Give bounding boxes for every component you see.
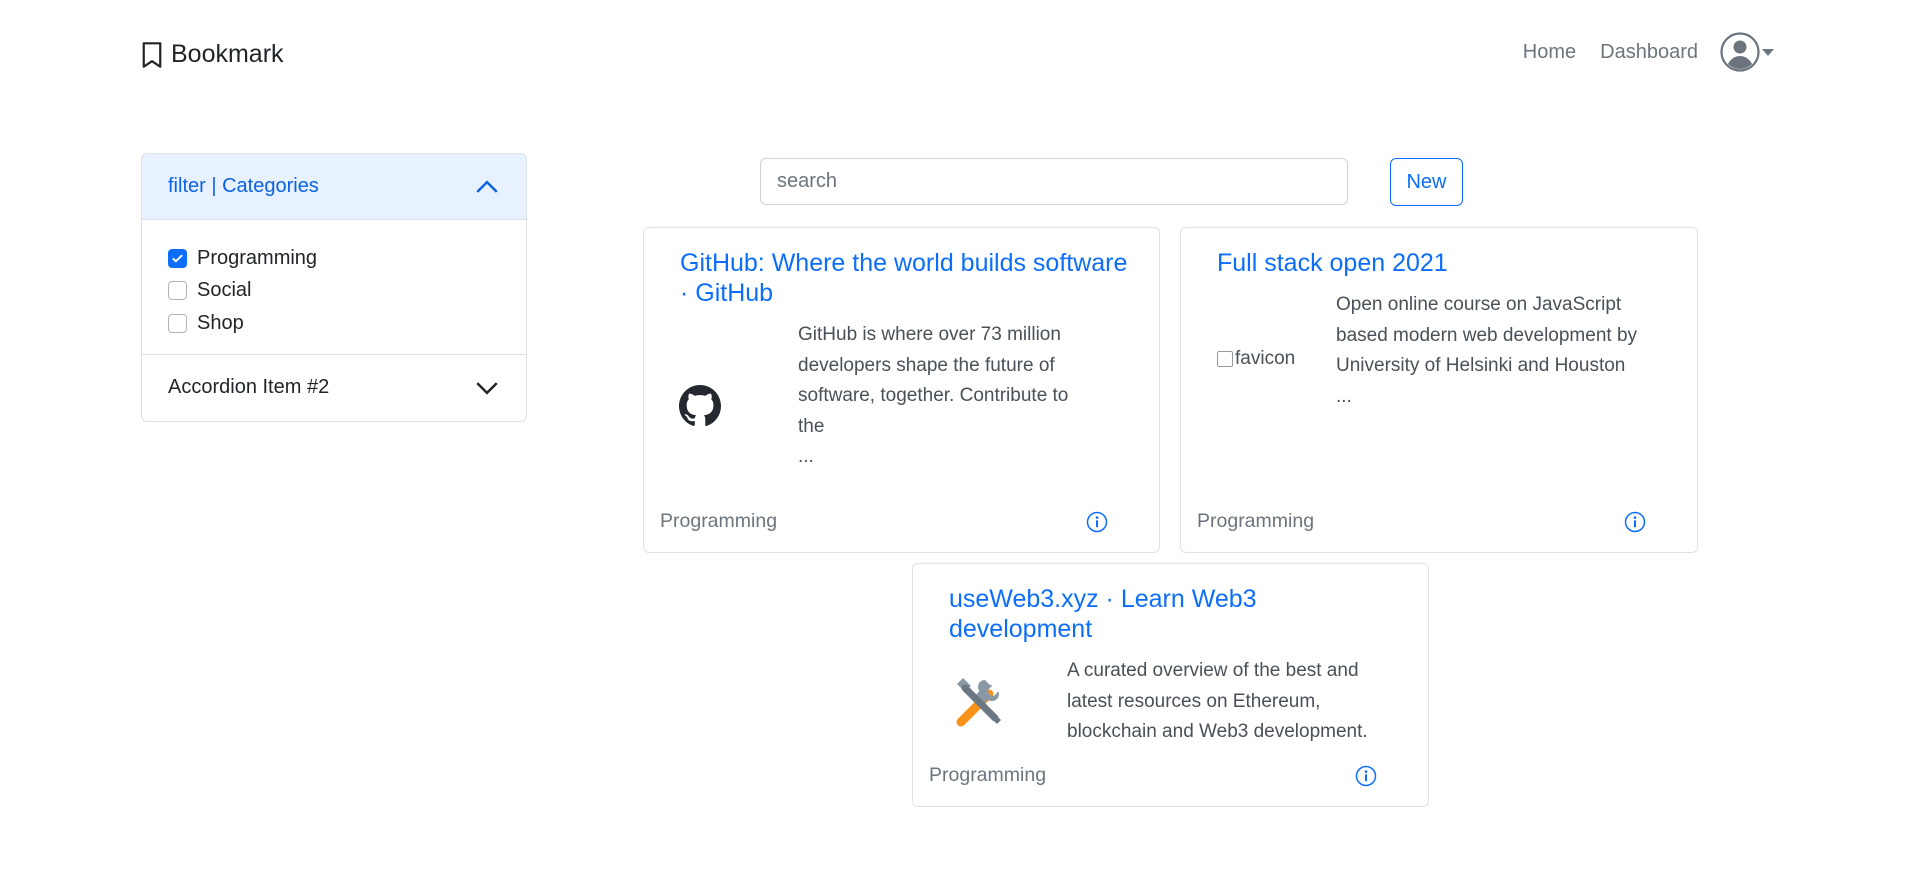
- description-line: software, together. Contribute to: [798, 385, 1069, 406]
- description-line: University of Helsinki and Houston: [1336, 355, 1626, 376]
- accordion-item-title: Accordion Item #2: [168, 376, 330, 398]
- top-nav: Home Dashboard: [1523, 32, 1774, 72]
- description-line: developers shape the future of: [798, 354, 1055, 376]
- checkbox-label: Shop: [197, 311, 244, 334]
- checkbox-label: Social: [197, 279, 252, 302]
- brand[interactable]: Bookmark: [141, 40, 284, 69]
- caret-down-icon: [1762, 48, 1774, 56]
- nav-link-dashboard[interactable]: Dashboard: [1600, 41, 1698, 64]
- github-icon: [679, 385, 721, 426]
- checkbox[interactable]: [168, 248, 187, 268]
- card-title-link[interactable]: useWeb3.xyz · Learn Web3 development: [949, 584, 1398, 644]
- card-description: GitHub is where over 73 million develope…: [798, 320, 1068, 473]
- description-line: ...: [1336, 385, 1352, 407]
- filter-accordion: filter | Categories Programming Social S…: [141, 153, 527, 422]
- category-filter-list: Programming Social Shop: [142, 220, 526, 355]
- checkbox-label: Programming: [197, 246, 318, 269]
- description-line: Open online course on JavaScript: [1336, 294, 1622, 315]
- new-bookmark-button[interactable]: New: [1390, 158, 1463, 206]
- accordion-item-title: filter | Categories: [168, 175, 319, 197]
- card-category: Programming: [660, 510, 778, 532]
- card-title-link[interactable]: GitHub: Where the world builds software …: [680, 248, 1129, 308]
- info-icon[interactable]: [1624, 511, 1646, 533]
- description-line: the: [798, 415, 825, 437]
- bookmark-card: GitHub: Where the world builds software …: [643, 227, 1160, 553]
- description-line: based modern web development by: [1336, 324, 1638, 346]
- card-favicon: [679, 385, 721, 427]
- check-icon: [172, 254, 183, 263]
- card-favicon: [947, 668, 1011, 732]
- description-line: blockchain and Web3 development.: [1067, 721, 1368, 742]
- checkbox[interactable]: [168, 281, 187, 301]
- chevron-up-icon: [476, 179, 498, 193]
- category-checkbox-programming[interactable]: Programming: [168, 242, 500, 275]
- category-checkbox-social[interactable]: Social: [168, 275, 500, 308]
- description-line: GitHub is where over 73 million: [798, 324, 1061, 345]
- card-description: Open online course on JavaScript based m…: [1336, 290, 1637, 412]
- user-menu-toggle[interactable]: [1720, 32, 1774, 72]
- card-category: Programming: [929, 764, 1047, 786]
- tools-icon: [956, 678, 1001, 727]
- description-line: A curated overview of the best and: [1067, 660, 1359, 681]
- bookmark-card: Full stack open 2021 favicon Open online…: [1180, 227, 1698, 553]
- info-icon[interactable]: [1086, 511, 1108, 533]
- nav-link-home[interactable]: Home: [1523, 41, 1576, 64]
- chevron-down-icon: [476, 381, 498, 395]
- card-description: A curated overview of the best and lates…: [1067, 656, 1368, 748]
- description-line: latest resources on Ethereum,: [1067, 690, 1321, 712]
- card-title-link[interactable]: Full stack open 2021: [1217, 248, 1667, 278]
- info-icon[interactable]: [1355, 765, 1377, 787]
- bookmark-icon: [142, 41, 162, 68]
- search-input[interactable]: [760, 158, 1348, 205]
- bookmark-card: useWeb3.xyz · Learn Web3 development A c…: [912, 563, 1429, 807]
- card-favicon: favicon: [1217, 348, 1295, 370]
- description-line: ...: [798, 446, 814, 467]
- accordion-item-2-header[interactable]: Accordion Item #2: [142, 355, 526, 421]
- brand-label: Bookmark: [171, 40, 284, 68]
- broken-image-icon: [1217, 351, 1233, 367]
- image-alt-text: favicon: [1235, 348, 1296, 369]
- checkbox[interactable]: [168, 313, 187, 333]
- card-category: Programming: [1197, 510, 1315, 532]
- user-avatar-icon: [1720, 32, 1760, 72]
- accordion-item-categories-header[interactable]: filter | Categories: [142, 154, 526, 220]
- category-checkbox-shop[interactable]: Shop: [168, 307, 500, 340]
